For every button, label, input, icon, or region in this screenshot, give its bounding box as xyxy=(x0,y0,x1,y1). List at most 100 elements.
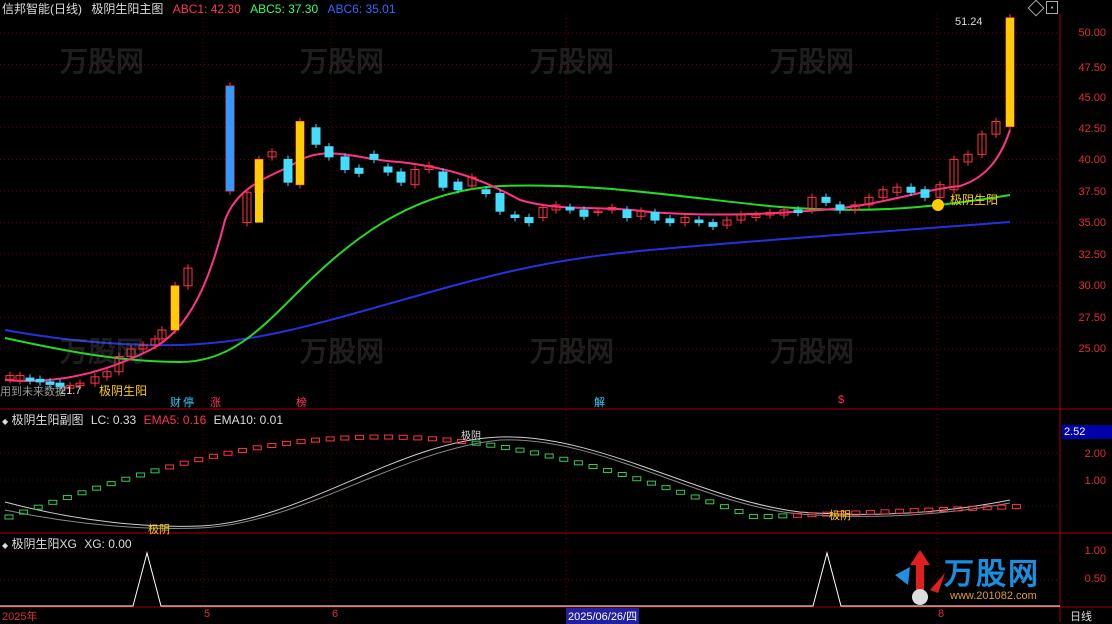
x-label: 5 xyxy=(204,608,211,620)
candle-body xyxy=(324,146,334,158)
candle-body xyxy=(821,196,831,203)
candle-body xyxy=(340,156,350,171)
sub2-title[interactable]: 极阴生阳XG xyxy=(12,537,77,551)
candle-body xyxy=(906,186,916,193)
lc-dash xyxy=(617,472,627,478)
lc-dash xyxy=(646,480,656,486)
ema10-value: EMA10: 0.01 xyxy=(213,413,283,427)
watermark: 万股网 xyxy=(300,46,385,77)
lc-dash xyxy=(369,434,379,440)
event-text: 涨 xyxy=(210,397,221,409)
lc-dash xyxy=(719,504,729,510)
brand-logo: 万股网 www.201082.com xyxy=(890,545,1060,607)
candle-body xyxy=(311,127,321,145)
indicator-name[interactable]: 极阴生阳主图 xyxy=(91,2,163,16)
candle-body xyxy=(622,209,632,219)
abc5-value: ABC5: 37.30 xyxy=(250,2,319,16)
lc-dash xyxy=(267,442,277,448)
y-label: 47.50 xyxy=(1078,62,1106,74)
x-label: 6 xyxy=(332,608,339,620)
event-text: 停 xyxy=(183,397,194,409)
lc-dash xyxy=(530,450,540,456)
panel-toggle-icon[interactable]: ◆ xyxy=(2,541,8,550)
stock-title[interactable]: 信邦智能(日线) xyxy=(2,2,82,16)
event-marker[interactable]: 停 xyxy=(182,394,195,410)
candle-body xyxy=(579,209,589,217)
lc-dash xyxy=(296,439,306,445)
sub1-title[interactable]: 极阴生阳副图 xyxy=(12,413,84,427)
lc-dash xyxy=(661,485,671,491)
ma-blue-line xyxy=(4,221,1011,347)
candlesticks[interactable] xyxy=(5,14,1015,392)
candle-body xyxy=(510,214,520,219)
lc-dash xyxy=(48,499,58,505)
lc-dash xyxy=(500,445,510,451)
candle-body xyxy=(665,218,675,224)
lc-dash xyxy=(62,495,72,501)
candle-body xyxy=(650,211,660,221)
lc-dash xyxy=(354,434,364,440)
event-text: 财 xyxy=(170,397,181,409)
lc-dash xyxy=(734,509,744,515)
event-text: 解 xyxy=(594,397,605,409)
candle-body xyxy=(793,209,803,213)
event-text: $ xyxy=(838,394,845,406)
future-data-note: 用到未来数据 xyxy=(0,386,66,398)
y-label: 2.00 xyxy=(1084,448,1106,460)
lc-dash xyxy=(778,513,788,519)
y-label: 40.00 xyxy=(1078,154,1106,166)
event-marker[interactable]: 解 xyxy=(593,394,606,410)
watermark: 万股网 xyxy=(60,46,145,77)
watermark: 万股网 xyxy=(770,46,855,77)
xg-value: XG: 0.00 xyxy=(84,537,132,551)
lc-value: LC: 0.33 xyxy=(90,413,137,427)
abc1-value: ABC1: 42.30 xyxy=(172,2,241,16)
highlight-bar xyxy=(296,121,304,185)
sub-indicator-1-plot xyxy=(4,434,1021,529)
candle-body xyxy=(396,171,406,183)
moving-averages xyxy=(4,129,1011,382)
lc-dash xyxy=(442,437,452,443)
signal-marker-icon xyxy=(932,199,944,211)
candle-body xyxy=(495,193,505,212)
candle-body xyxy=(920,189,930,198)
watermark: 万股网 xyxy=(530,336,615,367)
event-marker[interactable]: $ xyxy=(837,394,845,406)
watermark: 万股网 xyxy=(770,336,855,367)
close-icon[interactable]: ▪ xyxy=(1046,1,1058,14)
ema-line xyxy=(4,436,1011,527)
event-marker[interactable]: 财 xyxy=(169,394,182,410)
y-label: 1.00 xyxy=(1084,545,1106,557)
lc-dash xyxy=(384,434,394,440)
candle-body xyxy=(283,158,293,183)
y-label: 50.00 xyxy=(1078,27,1106,39)
highlight-bar xyxy=(171,285,179,331)
lc-dash xyxy=(763,513,773,519)
logo-site: www.201082.com xyxy=(950,590,1037,602)
abc6-value: ABC6: 35.01 xyxy=(327,2,396,16)
signal-label: 极阴 xyxy=(148,524,170,536)
y-label: 30.00 xyxy=(1078,280,1106,292)
lc-dash xyxy=(194,457,204,463)
candle-body xyxy=(25,377,35,382)
lc-dash xyxy=(515,447,525,453)
logo-text: 万股网 xyxy=(944,558,1040,591)
lc-dash xyxy=(427,436,437,442)
y-label: 42.50 xyxy=(1078,123,1106,135)
event-marker[interactable]: 榜 xyxy=(295,394,308,410)
event-text: 榜 xyxy=(296,397,307,409)
signal-label: 极阴 xyxy=(461,431,481,442)
lc-dash xyxy=(588,464,598,470)
lc-dash xyxy=(676,489,686,495)
signal-label: 极阴 xyxy=(829,510,851,522)
lc-dash xyxy=(880,509,890,515)
lc-dash xyxy=(1011,504,1021,510)
lc-dash xyxy=(413,435,423,441)
signal-label: 极阴生阳 xyxy=(99,384,148,398)
y-label: 25.00 xyxy=(1078,343,1106,355)
panel-toggle-icon[interactable]: ◆ xyxy=(2,417,8,426)
lc-dash xyxy=(150,468,160,474)
event-marker[interactable]: 涨 xyxy=(209,394,222,410)
candle-body xyxy=(438,171,448,188)
lc-dash xyxy=(238,447,248,453)
